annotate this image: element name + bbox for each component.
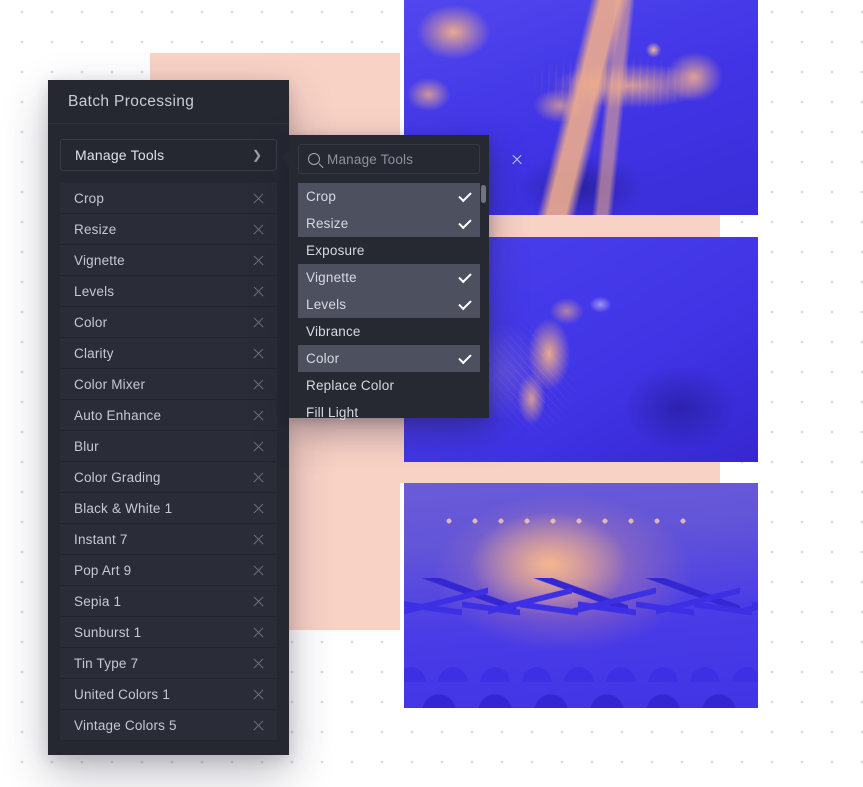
check-icon — [458, 296, 472, 310]
dropdown-option-label: Resize — [306, 216, 349, 231]
manage-tools-button[interactable]: Manage Tools ❯ — [60, 139, 277, 171]
dropdown-option[interactable]: Vibrance — [298, 318, 480, 345]
list-item[interactable]: Auto Enhance — [60, 400, 277, 431]
list-item[interactable]: Levels — [60, 276, 277, 307]
check-icon — [458, 350, 472, 364]
tool-list: Crop Resize Vignette Levels Color Clarity Colo… — [60, 183, 277, 741]
tool-name: Black & White 1 — [74, 500, 173, 516]
close-icon[interactable] — [252, 378, 265, 391]
stage-lights — [435, 507, 705, 544]
dropdown-option-label: Crop — [306, 189, 337, 204]
batch-processing-panel: Batch Processing Manage Tools ❯ Crop Resi… — [48, 80, 289, 755]
list-item[interactable]: Vintage Colors 5 — [60, 710, 277, 741]
close-icon[interactable] — [252, 192, 265, 205]
manage-tools-dropdown: Crop Resize Exposure Vignette Levels Vibrance… — [281, 135, 504, 420]
list-item[interactable]: Black & White 1 — [60, 493, 277, 524]
list-item[interactable]: Sunburst 1 — [60, 617, 277, 648]
tool-name: Tin Type 7 — [74, 655, 139, 671]
dropdown-option[interactable]: Replace Color — [298, 372, 480, 399]
tool-name: Sepia 1 — [74, 593, 122, 609]
search-input[interactable] — [327, 151, 504, 167]
tool-name: Sunburst 1 — [74, 624, 142, 640]
list-item[interactable]: Pop Art 9 — [60, 555, 277, 586]
tool-name: Resize — [74, 221, 117, 237]
search-icon — [308, 153, 320, 165]
tool-name: Color — [74, 314, 108, 330]
close-icon[interactable] — [252, 409, 265, 422]
tool-name: Crop — [74, 190, 105, 206]
close-icon[interactable] — [252, 719, 265, 732]
tool-name: Vintage Colors 5 — [74, 717, 177, 733]
check-icon — [458, 215, 472, 229]
dropdown-option[interactable]: Vignette — [298, 264, 480, 291]
dropdown-option[interactable]: Levels — [298, 291, 480, 318]
dropdown-option[interactable]: Crop — [298, 183, 480, 210]
dropdown-option[interactable]: Resize — [298, 210, 480, 237]
tool-name: Levels — [74, 283, 115, 299]
list-item[interactable]: Sepia 1 — [60, 586, 277, 617]
close-icon[interactable] — [252, 440, 265, 453]
list-item[interactable]: United Colors 1 — [60, 679, 277, 710]
dropdown-option-label: Vibrance — [306, 324, 361, 339]
close-icon[interactable] — [252, 285, 265, 298]
dropdown-option-label: Levels — [306, 297, 347, 312]
dropdown-option-label: Exposure — [306, 243, 365, 258]
list-item[interactable]: Tin Type 7 — [60, 648, 277, 679]
tool-name: Color Grading — [74, 469, 161, 485]
dropdown-option-label: Vignette — [306, 270, 357, 285]
tool-name: Auto Enhance — [74, 407, 162, 423]
dropdown-option-label: Replace Color — [306, 378, 395, 393]
manage-tools-label: Manage Tools — [75, 147, 165, 163]
search-field[interactable] — [298, 144, 504, 174]
tool-name: United Colors 1 — [74, 686, 171, 702]
tool-name: Instant 7 — [74, 531, 128, 547]
close-icon[interactable] — [252, 471, 265, 484]
dropdown-option[interactable]: Fill Light — [298, 399, 480, 426]
list-item[interactable]: Vignette — [60, 245, 277, 276]
scrollbar-thumb[interactable] — [481, 185, 486, 203]
dropdown-option-label: Fill Light — [306, 405, 359, 420]
check-icon — [458, 188, 472, 202]
close-icon[interactable] — [252, 688, 265, 701]
chevron-right-icon: ❯ — [251, 148, 262, 162]
tool-name: Blur — [74, 438, 99, 454]
list-item[interactable]: Color — [60, 307, 277, 338]
close-icon[interactable] — [252, 595, 265, 608]
close-icon[interactable] — [252, 564, 265, 577]
check-icon — [458, 269, 472, 283]
list-item[interactable]: Instant 7 — [60, 524, 277, 555]
list-item[interactable]: Clarity — [60, 338, 277, 369]
close-icon[interactable] — [252, 223, 265, 236]
dropdown-option[interactable]: Exposure — [298, 237, 480, 264]
close-icon[interactable] — [252, 347, 265, 360]
close-icon[interactable] — [252, 657, 265, 670]
list-item[interactable]: Resize — [60, 214, 277, 245]
dropdown-pointer-arrow — [281, 149, 290, 167]
close-icon[interactable] — [252, 626, 265, 639]
dropdown-option-list: Crop Resize Exposure Vignette Levels Vibrance… — [298, 183, 486, 426]
close-icon[interactable] — [252, 316, 265, 329]
close-icon[interactable] — [252, 502, 265, 515]
panel-header: Batch Processing — [48, 80, 289, 124]
list-item[interactable]: Color Grading — [60, 462, 277, 493]
tool-name: Color Mixer — [74, 376, 146, 392]
tool-name: Clarity — [74, 345, 114, 361]
close-icon[interactable] — [252, 254, 265, 267]
close-icon[interactable] — [511, 153, 523, 165]
page-title: Batch Processing — [68, 92, 195, 110]
close-icon[interactable] — [252, 533, 265, 546]
list-item[interactable]: Blur — [60, 431, 277, 462]
panel-body: Manage Tools ❯ Crop Resize Vignette Levels C… — [48, 124, 289, 755]
crowd-heads-front — [404, 618, 758, 708]
dropdown-option-label: Color — [306, 351, 340, 366]
list-item[interactable]: Crop — [60, 183, 277, 214]
tool-name: Vignette — [74, 252, 125, 268]
list-item[interactable]: Color Mixer — [60, 369, 277, 400]
tool-name: Pop Art 9 — [74, 562, 132, 578]
dropdown-option[interactable]: Color — [298, 345, 480, 372]
concert-crowd-photo — [404, 483, 758, 708]
